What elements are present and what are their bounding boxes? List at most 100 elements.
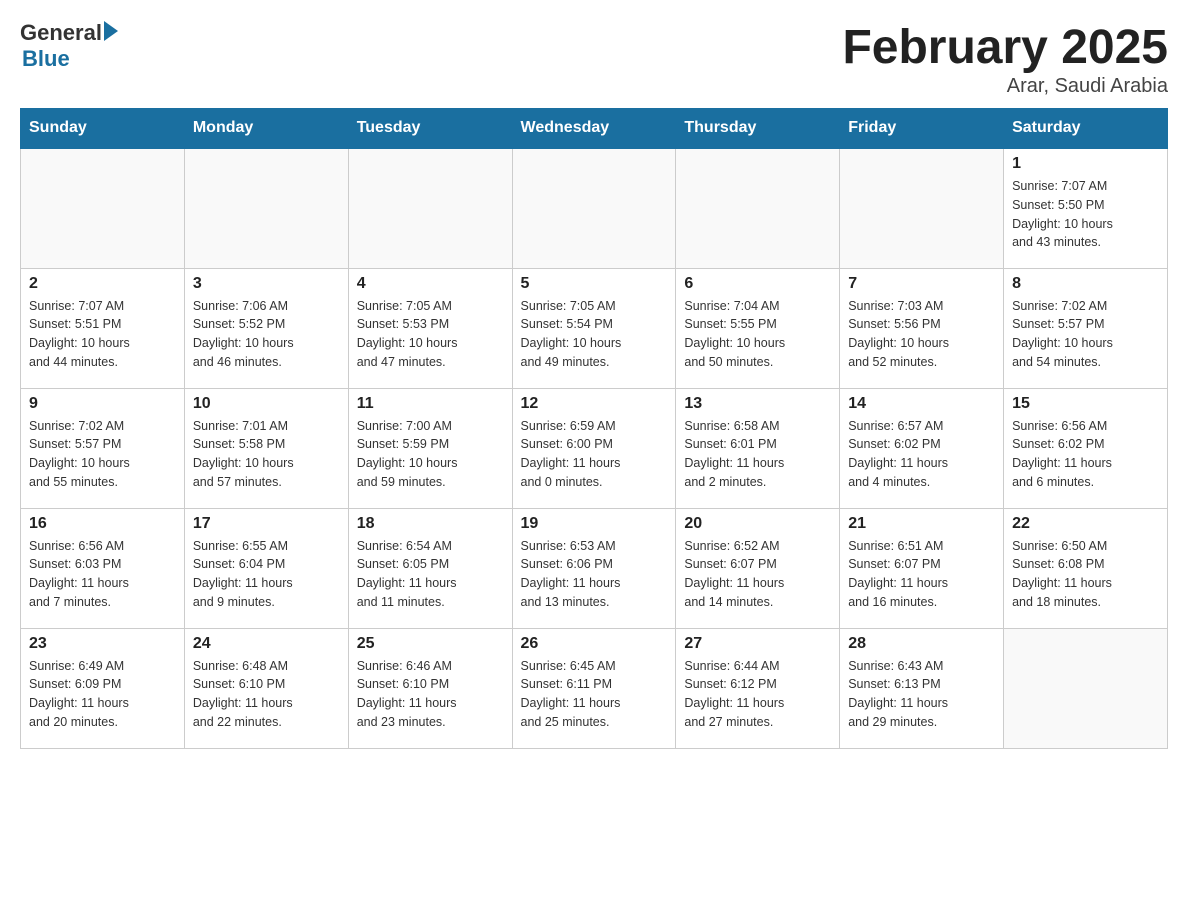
month-title: February 2025: [842, 20, 1168, 75]
calendar-cell: 23 Sunrise: 6:49 AMSunset: 6:09 PMDayligh…: [21, 628, 185, 748]
calendar-cell: 13 Sunrise: 6:58 AMSunset: 6:01 PMDayligh…: [676, 388, 840, 508]
day-info: Sunrise: 6:52 AMSunset: 6:07 PMDaylight:…: [684, 537, 831, 612]
day-info: Sunrise: 7:02 AMSunset: 5:57 PMDaylight:…: [1012, 297, 1159, 372]
day-info: Sunrise: 6:44 AMSunset: 6:12 PMDaylight:…: [684, 657, 831, 732]
calendar-cell: 20 Sunrise: 6:52 AMSunset: 6:07 PMDayligh…: [676, 508, 840, 628]
weekday-header-wednesday: Wednesday: [512, 109, 676, 149]
calendar-cell: 2Sunrise: 7:07 AMSunset: 5:51 PMDaylight…: [21, 268, 185, 388]
day-info: Sunrise: 6:49 AMSunset: 6:09 PMDaylight:…: [29, 657, 176, 732]
calendar-cell: 9 Sunrise: 7:02 AMSunset: 5:57 PMDaylight…: [21, 388, 185, 508]
day-number: 11: [357, 395, 504, 413]
calendar-cell: 17 Sunrise: 6:55 AMSunset: 6:04 PMDayligh…: [184, 508, 348, 628]
day-number: 27: [684, 635, 831, 653]
day-number: 19: [521, 515, 668, 533]
day-info: Sunrise: 6:57 AMSunset: 6:02 PMDaylight:…: [848, 417, 995, 492]
calendar-cell: 28 Sunrise: 6:43 AMSunset: 6:13 PMDayligh…: [840, 628, 1004, 748]
day-info: Sunrise: 6:56 AMSunset: 6:02 PMDaylight:…: [1012, 417, 1159, 492]
calendar-week-row: 2Sunrise: 7:07 AMSunset: 5:51 PMDaylight…: [21, 268, 1168, 388]
title-block: February 2025 Arar, Saudi Arabia: [842, 20, 1168, 98]
calendar-cell: [1004, 628, 1168, 748]
calendar-cell: 18 Sunrise: 6:54 AMSunset: 6:05 PMDayligh…: [348, 508, 512, 628]
day-info: Sunrise: 6:53 AMSunset: 6:06 PMDaylight:…: [521, 537, 668, 612]
day-number: 5: [521, 275, 668, 293]
calendar-cell: 24Sunrise: 6:48 AMSunset: 6:10 PMDayligh…: [184, 628, 348, 748]
logo-blue-text: Blue: [22, 46, 70, 72]
calendar-cell: 4 Sunrise: 7:05 AMSunset: 5:53 PMDaylight…: [348, 268, 512, 388]
day-info: Sunrise: 6:51 AMSunset: 6:07 PMDaylight:…: [848, 537, 995, 612]
calendar-week-row: 1 Sunrise: 7:07 AMSunset: 5:50 PMDaylight…: [21, 148, 1168, 268]
day-info: Sunrise: 7:01 AMSunset: 5:58 PMDaylight:…: [193, 417, 340, 492]
calendar-cell: 21Sunrise: 6:51 AMSunset: 6:07 PMDayligh…: [840, 508, 1004, 628]
day-number: 28: [848, 635, 995, 653]
day-number: 14: [848, 395, 995, 413]
day-info: Sunrise: 7:03 AMSunset: 5:56 PMDaylight:…: [848, 297, 995, 372]
day-number: 17: [193, 515, 340, 533]
day-number: 2: [29, 275, 176, 293]
calendar-cell: 6Sunrise: 7:04 AMSunset: 5:55 PMDaylight…: [676, 268, 840, 388]
calendar-cell: [348, 148, 512, 268]
calendar-cell: 7 Sunrise: 7:03 AMSunset: 5:56 PMDaylight…: [840, 268, 1004, 388]
calendar-cell: 11Sunrise: 7:00 AMSunset: 5:59 PMDayligh…: [348, 388, 512, 508]
day-number: 6: [684, 275, 831, 293]
calendar-cell: 14 Sunrise: 6:57 AMSunset: 6:02 PMDayligh…: [840, 388, 1004, 508]
day-info: Sunrise: 6:58 AMSunset: 6:01 PMDaylight:…: [684, 417, 831, 492]
day-number: 25: [357, 635, 504, 653]
calendar-cell: [512, 148, 676, 268]
day-number: 10: [193, 395, 340, 413]
day-number: 8: [1012, 275, 1159, 293]
calendar-cell: 27 Sunrise: 6:44 AMSunset: 6:12 PMDayligh…: [676, 628, 840, 748]
day-info: Sunrise: 6:43 AMSunset: 6:13 PMDaylight:…: [848, 657, 995, 732]
day-number: 20: [684, 515, 831, 533]
calendar-cell: 3 Sunrise: 7:06 AMSunset: 5:52 PMDaylight…: [184, 268, 348, 388]
day-number: 12: [521, 395, 668, 413]
calendar-cell: 12 Sunrise: 6:59 AMSunset: 6:00 PMDayligh…: [512, 388, 676, 508]
calendar-cell: [676, 148, 840, 268]
calendar-week-row: 9 Sunrise: 7:02 AMSunset: 5:57 PMDaylight…: [21, 388, 1168, 508]
day-info: Sunrise: 7:02 AMSunset: 5:57 PMDaylight:…: [29, 417, 176, 492]
day-number: 13: [684, 395, 831, 413]
day-info: Sunrise: 7:05 AMSunset: 5:54 PMDaylight:…: [521, 297, 668, 372]
logo-general-text: General: [20, 20, 102, 46]
day-info: Sunrise: 7:07 AMSunset: 5:50 PMDaylight:…: [1012, 177, 1159, 252]
day-info: Sunrise: 7:06 AMSunset: 5:52 PMDaylight:…: [193, 297, 340, 372]
day-number: 15: [1012, 395, 1159, 413]
weekday-header-friday: Friday: [840, 109, 1004, 149]
day-info: Sunrise: 6:56 AMSunset: 6:03 PMDaylight:…: [29, 537, 176, 612]
calendar-cell: 22 Sunrise: 6:50 AMSunset: 6:08 PMDayligh…: [1004, 508, 1168, 628]
weekday-header-sunday: Sunday: [21, 109, 185, 149]
calendar-cell: 1 Sunrise: 7:07 AMSunset: 5:50 PMDaylight…: [1004, 148, 1168, 268]
calendar-week-row: 16Sunrise: 6:56 AMSunset: 6:03 PMDayligh…: [21, 508, 1168, 628]
day-number: 3: [193, 275, 340, 293]
calendar-cell: 15 Sunrise: 6:56 AMSunset: 6:02 PMDayligh…: [1004, 388, 1168, 508]
day-info: Sunrise: 6:59 AMSunset: 6:00 PMDaylight:…: [521, 417, 668, 492]
day-info: Sunrise: 6:54 AMSunset: 6:05 PMDaylight:…: [357, 537, 504, 612]
day-number: 22: [1012, 515, 1159, 533]
page-header: General Blue February 2025 Arar, Saudi A…: [20, 20, 1168, 98]
day-info: Sunrise: 6:50 AMSunset: 6:08 PMDaylight:…: [1012, 537, 1159, 612]
day-info: Sunrise: 6:55 AMSunset: 6:04 PMDaylight:…: [193, 537, 340, 612]
day-number: 9: [29, 395, 176, 413]
weekday-header-monday: Monday: [184, 109, 348, 149]
calendar-cell: 8 Sunrise: 7:02 AMSunset: 5:57 PMDaylight…: [1004, 268, 1168, 388]
calendar-cell: [21, 148, 185, 268]
calendar-table: SundayMondayTuesdayWednesdayThursdayFrid…: [20, 108, 1168, 749]
day-number: 7: [848, 275, 995, 293]
calendar-cell: 26Sunrise: 6:45 AMSunset: 6:11 PMDayligh…: [512, 628, 676, 748]
weekday-header-tuesday: Tuesday: [348, 109, 512, 149]
location-subtitle: Arar, Saudi Arabia: [842, 75, 1168, 98]
calendar-cell: [840, 148, 1004, 268]
day-info: Sunrise: 6:48 AMSunset: 6:10 PMDaylight:…: [193, 657, 340, 732]
day-number: 18: [357, 515, 504, 533]
calendar-cell: 10 Sunrise: 7:01 AMSunset: 5:58 PMDayligh…: [184, 388, 348, 508]
calendar-cell: [184, 148, 348, 268]
day-number: 4: [357, 275, 504, 293]
logo: General Blue: [20, 20, 118, 72]
day-number: 1: [1012, 155, 1159, 173]
calendar-cell: 16Sunrise: 6:56 AMSunset: 6:03 PMDayligh…: [21, 508, 185, 628]
day-number: 23: [29, 635, 176, 653]
calendar-cell: 5 Sunrise: 7:05 AMSunset: 5:54 PMDaylight…: [512, 268, 676, 388]
day-info: Sunrise: 7:05 AMSunset: 5:53 PMDaylight:…: [357, 297, 504, 372]
calendar-cell: 19 Sunrise: 6:53 AMSunset: 6:06 PMDayligh…: [512, 508, 676, 628]
day-info: Sunrise: 6:46 AMSunset: 6:10 PMDaylight:…: [357, 657, 504, 732]
weekday-header-thursday: Thursday: [676, 109, 840, 149]
